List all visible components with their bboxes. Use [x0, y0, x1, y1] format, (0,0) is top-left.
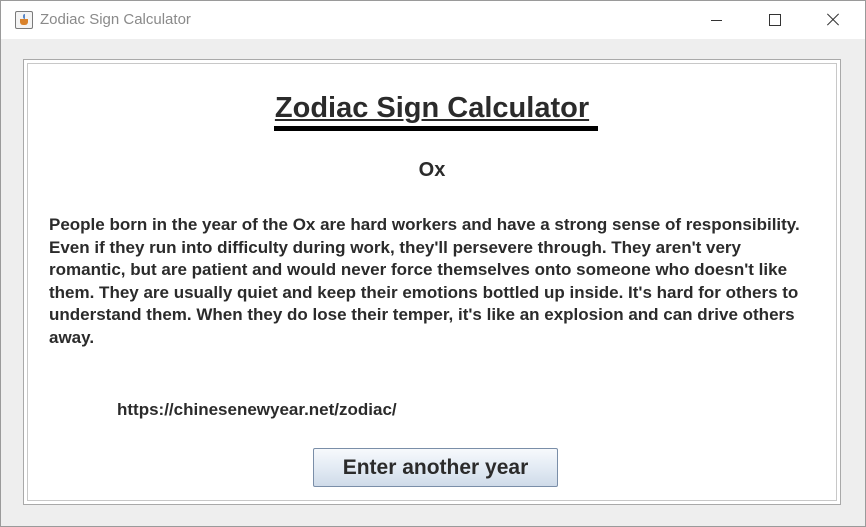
zodiac-sign-name: Ox: [418, 159, 446, 181]
page-title: Zodiac Sign Calculator: [28, 91, 836, 125]
window-title: Zodiac Sign Calculator: [40, 11, 191, 28]
java-cup-icon: [15, 11, 33, 29]
page-title-text: Zodiac Sign Calculator: [274, 92, 590, 124]
reference-link[interactable]: https://chinesenewyear.net/zodiac/: [117, 400, 397, 420]
content-area: Zodiac Sign Calculator Ox People born in…: [1, 39, 865, 526]
close-icon: [825, 19, 839, 20]
result-panel-inner: Zodiac Sign Calculator Ox People born in…: [27, 63, 837, 501]
maximize-icon: [769, 14, 781, 26]
app-window: Zodiac Sign Calculator Zodiac Sign Calcu…: [0, 0, 866, 527]
minimize-icon: [711, 20, 722, 21]
enter-another-year-button[interactable]: Enter another year: [313, 448, 558, 487]
maximize-button[interactable]: [745, 1, 803, 39]
title-bar[interactable]: Zodiac Sign Calculator: [1, 1, 865, 39]
result-panel: Zodiac Sign Calculator Ox People born in…: [23, 59, 841, 505]
zodiac-description: People born in the year of the Ox are ha…: [49, 215, 800, 347]
minimize-button[interactable]: [687, 1, 745, 39]
title-underline-bar: [274, 126, 598, 131]
close-button[interactable]: [803, 1, 861, 39]
